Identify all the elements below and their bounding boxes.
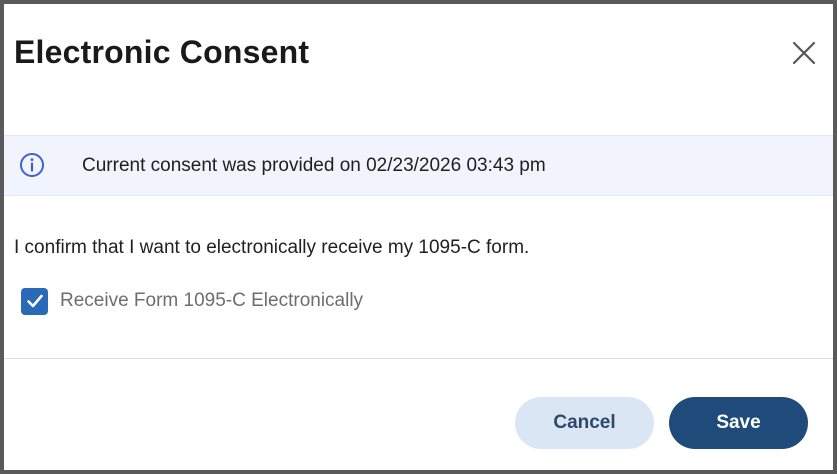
receive-electronically-checkbox[interactable]: [21, 287, 48, 315]
consent-status-text: Current consent was provided on 02/23/20…: [82, 155, 546, 176]
close-button[interactable]: [791, 40, 817, 66]
info-banner: Current consent was provided on 02/23/20…: [4, 135, 833, 196]
checkmark-icon: [26, 294, 43, 308]
close-icon: [792, 41, 816, 65]
confirm-text: I confirm that I want to electronically …: [14, 237, 530, 258]
cancel-button[interactable]: Cancel: [515, 397, 654, 449]
dialog-header: Electronic Consent: [4, 4, 833, 104]
dialog-title: Electronic Consent: [14, 34, 310, 70]
checkbox-label: Receive Form 1095-C Electronically: [60, 290, 364, 311]
info-icon: [20, 153, 44, 177]
save-button[interactable]: Save: [669, 397, 808, 449]
electronic-consent-dialog: Electronic Consent Current consent was p…: [0, 0, 837, 474]
footer-divider: [4, 358, 833, 359]
receive-electronically-checkbox-row[interactable]: Receive Form 1095-C Electronically: [21, 285, 363, 317]
